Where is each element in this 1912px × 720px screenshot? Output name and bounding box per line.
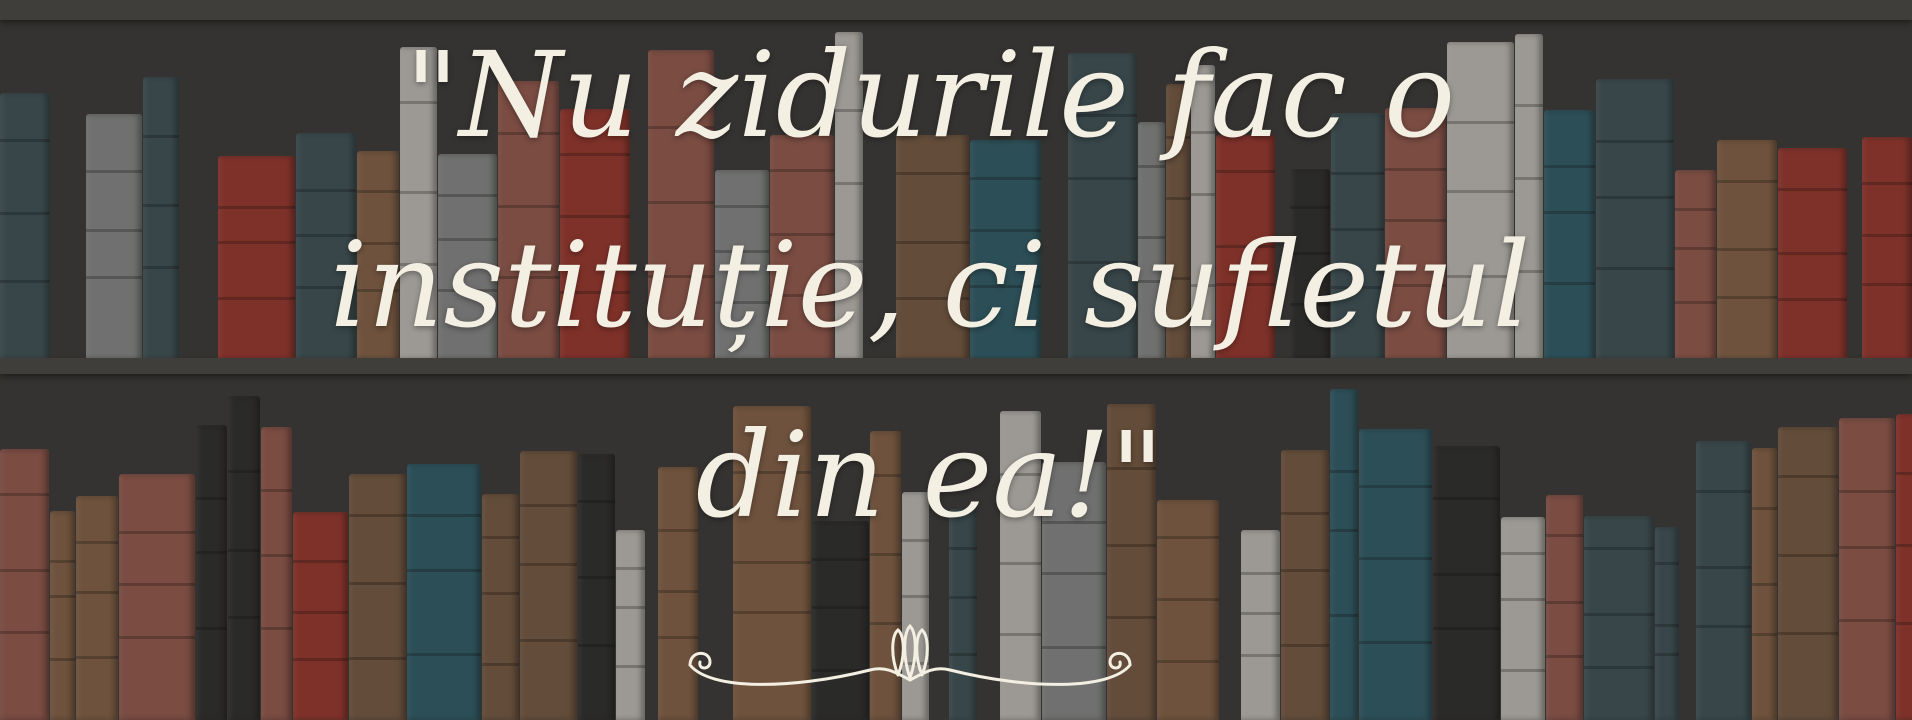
flourish-divider-icon	[688, 623, 1132, 686]
quote-text: "Nu zidurile fac o instituție, ci suflet…	[0, 0, 1860, 570]
quote-line-3: din ea!"	[695, 406, 1165, 544]
quote-line-1: "Nu zidurile fac o	[404, 26, 1456, 164]
quote-line-2: instituție, ci sufletul	[329, 216, 1531, 354]
